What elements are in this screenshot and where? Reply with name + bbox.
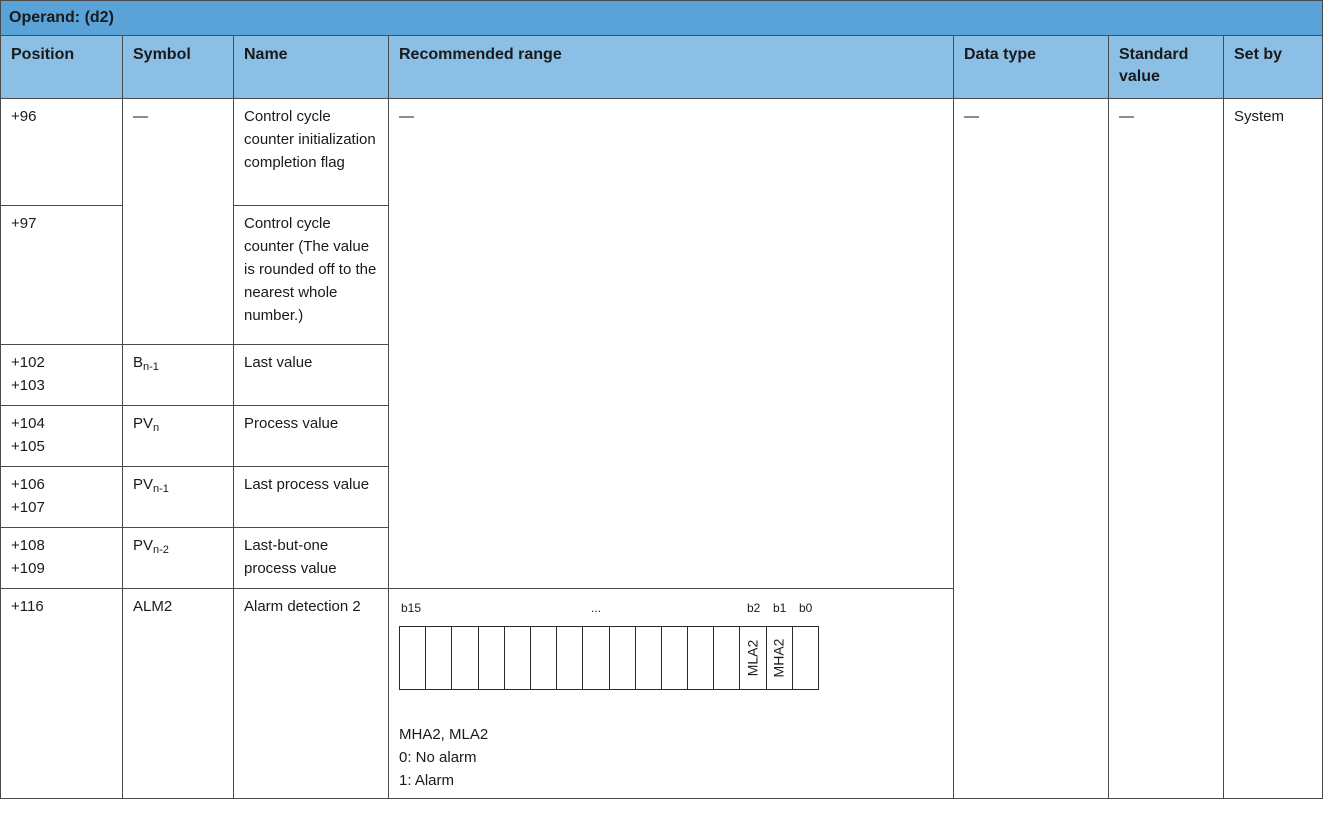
symbol-base: PV: [133, 537, 154, 554]
symbol-cell: ALM2: [122, 588, 234, 799]
symbol-subscript: n: [153, 422, 160, 434]
bit-cell: [714, 627, 741, 689]
position-cell: +104 +105: [0, 405, 123, 467]
position-b: +107: [11, 499, 45, 516]
position-b: +105: [11, 438, 45, 455]
bit-cell: [400, 627, 427, 689]
set-by-cell: System: [1222, 98, 1324, 799]
note-line: 0: No alarm: [399, 749, 477, 766]
recommended-range-cell: —: [388, 98, 954, 589]
symbol-cell: PVn-1: [122, 466, 234, 528]
position-a: +102: [11, 354, 45, 371]
position-cell: +108 +109: [0, 527, 123, 589]
name-cell: Process value: [233, 405, 389, 467]
bit-cell: [610, 627, 636, 689]
symbol-cell: Bn-1: [122, 344, 234, 406]
symbol-cell: —: [122, 98, 234, 345]
name-cell: Alarm detection 2: [233, 588, 389, 799]
position-cell: +97: [0, 205, 123, 345]
symbol-base: B: [133, 354, 144, 371]
data-type-cell: —: [953, 98, 1109, 799]
note-line: 1: Alarm: [399, 772, 455, 789]
position-a: +106: [11, 476, 45, 493]
operand-table-container: Operand: (d2) Position Symbol Name Recom…: [0, 0, 1324, 832]
bit-cell: [505, 627, 531, 689]
symbol-subscript: n-1: [153, 483, 169, 495]
alarm-notes: MHA2, MLA2 0: No alarm 1: Alarm: [399, 723, 943, 792]
bit-cell: [557, 627, 584, 689]
standard-value-cell: —: [1108, 98, 1224, 799]
position-a: +104: [11, 415, 45, 432]
name-cell: Last-but-one process value: [233, 527, 389, 589]
header-position: Position: [0, 35, 123, 99]
position-cell: +96: [0, 98, 123, 206]
name-cell: Last value: [233, 344, 389, 406]
bit-cell: [662, 627, 689, 689]
bit-cell: [583, 627, 610, 689]
header-row: Position Symbol Name Recommended range D…: [0, 35, 1324, 99]
symbol-subscript: n-1: [143, 361, 159, 373]
symbol-base: PV: [133, 476, 154, 493]
position-cell: +116: [0, 588, 123, 799]
bit-cell-b0: [793, 627, 818, 689]
bit-cell: [479, 627, 505, 689]
header-set-by: Set by: [1222, 35, 1324, 99]
position-cell: +102 +103: [0, 344, 123, 406]
bit-b1-label: MHA2: [770, 638, 787, 678]
note-line: MHA2, MLA2: [399, 726, 489, 743]
name-cell: Control cycle counter (The value is roun…: [233, 205, 389, 345]
position-b: +109: [11, 560, 45, 577]
bit-cell: [688, 627, 715, 689]
table-row: +96 — Control cycle counter initializati…: [0, 98, 1324, 799]
bit-b2-label: MLA2: [744, 639, 761, 677]
name-cell: Last process value: [233, 466, 389, 528]
position-b: +103: [11, 377, 45, 394]
recommended-range-cell: b15 ... b2 b1 b0 MLA2 MHA2 MHA2, MLA2 0:…: [388, 588, 954, 799]
operand-title: Operand: (d2): [0, 0, 1324, 36]
symbol-cell: PVn-2: [122, 527, 234, 589]
position-cell: +106 +107: [0, 466, 123, 528]
bit-register: MLA2 MHA2: [399, 626, 819, 690]
bit-label-b2: b2: [747, 601, 761, 615]
bit-cell: [452, 627, 479, 689]
header-symbol: Symbol: [122, 35, 234, 99]
symbol-base: PV: [133, 415, 154, 432]
position-a: +108: [11, 537, 45, 554]
bit-cell: [531, 627, 558, 689]
bit-cell-b1: MHA2: [767, 627, 793, 689]
operand-d2-table: Operand: (d2) Position Symbol Name Recom…: [0, 0, 1324, 799]
bit-label-ellipsis: ...: [591, 601, 602, 615]
header-data-type: Data type: [953, 35, 1109, 99]
bit-cell: [426, 627, 453, 689]
symbol-subscript: n-2: [153, 544, 169, 556]
bit-label-b1: b1: [773, 601, 787, 615]
name-cell: Control cycle counter initialization com…: [233, 98, 389, 206]
bit-cell: [636, 627, 662, 689]
bit-label-b15: b15: [401, 601, 422, 615]
symbol-cell: PVn: [122, 405, 234, 467]
bit-cell-b2: MLA2: [740, 627, 767, 689]
header-name: Name: [233, 35, 389, 99]
bit-layout-diagram: b15 ... b2 b1 b0 MLA2 MHA2: [399, 601, 829, 721]
bit-label-b0: b0: [799, 601, 813, 615]
header-recommended-range: Recommended range: [388, 35, 954, 99]
header-standard-value: Standard value: [1108, 35, 1224, 99]
